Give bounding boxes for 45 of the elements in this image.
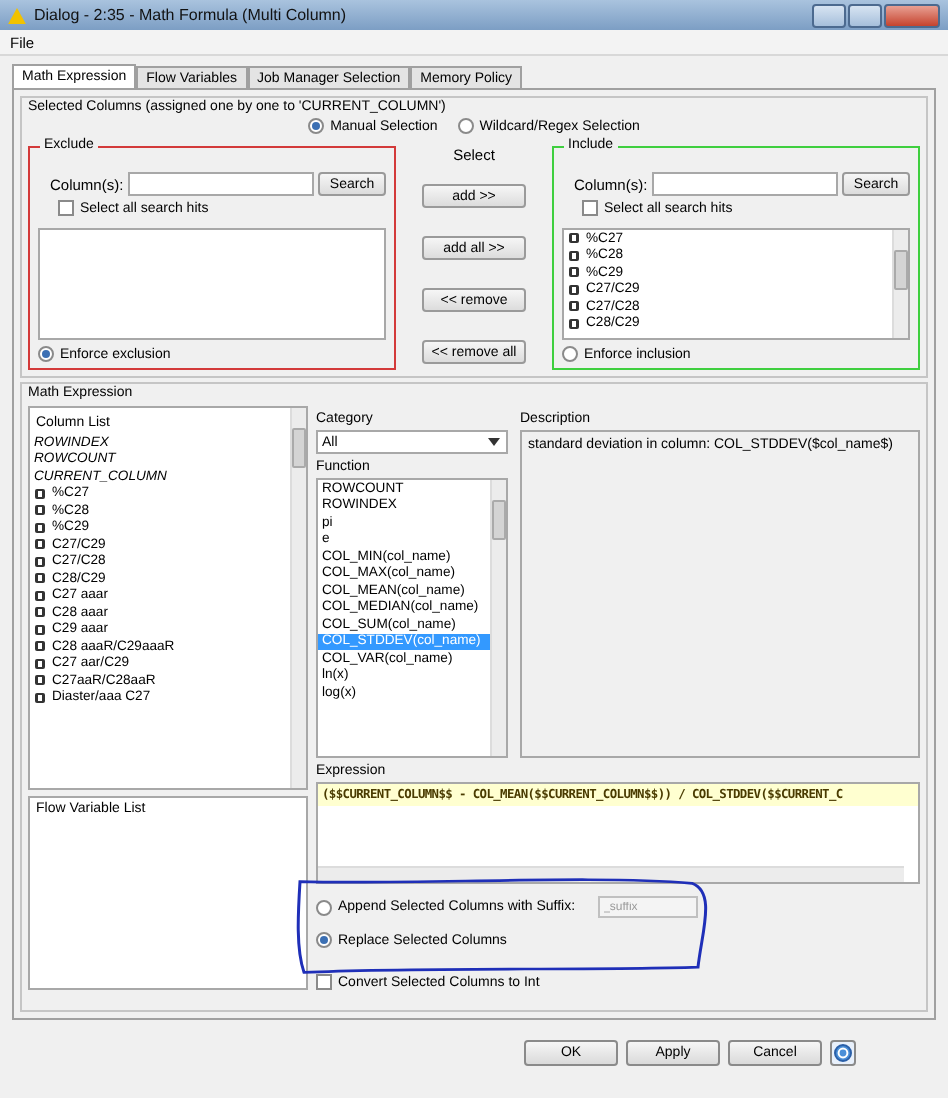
close-button[interactable] <box>884 3 940 27</box>
search-field[interactable] <box>651 172 838 196</box>
radio-button[interactable] <box>316 932 332 948</box>
checkbox[interactable] <box>582 200 598 216</box>
column-type-icon <box>34 589 46 602</box>
column-type-icon <box>568 232 580 245</box>
scrollbar[interactable] <box>318 866 904 882</box>
column-type-icon <box>568 317 580 330</box>
radio-button[interactable] <box>457 118 474 134</box>
column-type-icon <box>34 504 46 517</box>
scrollbar[interactable] <box>290 408 306 788</box>
column-type-icon <box>34 538 46 551</box>
column-type-icon <box>34 521 46 534</box>
column-type-icon <box>34 487 46 500</box>
scrollbar-thumb[interactable] <box>292 428 306 468</box>
search-field[interactable] <box>127 172 314 196</box>
warning-icon <box>8 7 26 23</box>
maximize-button[interactable] <box>848 3 882 27</box>
scrollbar[interactable] <box>892 230 908 338</box>
column-type-icon <box>568 300 580 313</box>
column-type-icon <box>34 691 46 704</box>
radio-button[interactable] <box>38 346 54 362</box>
column-type-icon <box>34 657 46 670</box>
column-type-icon <box>568 283 580 296</box>
window-title: Dialog - 2:35 - Math Formula (Multi Column) <box>34 6 349 24</box>
column-type-icon <box>34 674 46 687</box>
help-button[interactable] <box>830 1040 856 1066</box>
radio-button[interactable] <box>562 346 578 362</box>
column-type-icon <box>34 606 46 619</box>
scrollbar-thumb[interactable] <box>894 250 908 290</box>
column-type-icon <box>568 249 580 262</box>
column-type-icon <box>568 266 580 279</box>
scrollbar-thumb[interactable] <box>492 500 506 540</box>
caret-icon <box>488 438 500 446</box>
column-type-icon <box>34 572 46 585</box>
column-type-icon <box>34 555 46 568</box>
column-type-icon <box>34 623 46 636</box>
radio-button[interactable] <box>308 118 325 134</box>
checkbox[interactable] <box>58 200 74 216</box>
radio-button[interactable] <box>316 899 332 915</box>
column-type-icon <box>34 640 46 653</box>
column-list[interactable] <box>38 228 386 340</box>
scrollbar[interactable] <box>490 480 506 756</box>
checkbox[interactable] <box>316 974 332 990</box>
minimize-button[interactable] <box>812 3 846 27</box>
